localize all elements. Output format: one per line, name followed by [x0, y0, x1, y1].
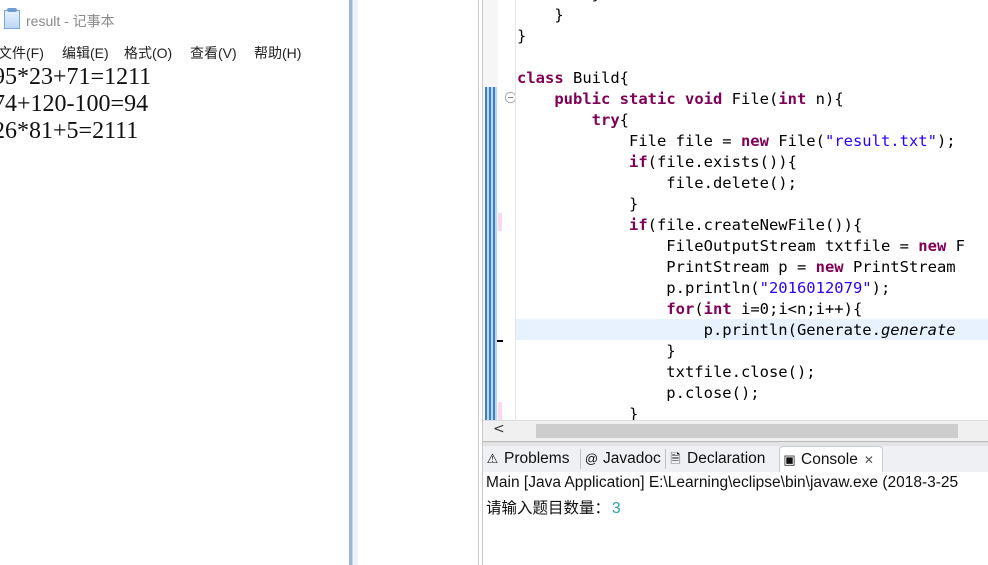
- text-line: 26*81+5=2111: [0, 118, 139, 144]
- cursor-marker: [497, 340, 503, 342]
- menu-edit[interactable]: 编辑(E): [62, 43, 109, 63]
- marker-annotation: [498, 213, 502, 231]
- tab-label: Console: [801, 451, 858, 468]
- scroll-thumb[interactable]: [536, 424, 958, 438]
- code-line: PrintStream p = new PrintStream: [517, 258, 956, 276]
- code-line: FileOutputStream txtfile = new F: [517, 237, 965, 255]
- tab-divider: [580, 449, 581, 469]
- tab-divider: [665, 449, 666, 469]
- divider: [478, 0, 479, 565]
- code-line: class Build{: [517, 69, 629, 87]
- menu-view[interactable]: 查看(V): [190, 43, 237, 63]
- menu-help[interactable]: 帮助(H): [254, 43, 301, 63]
- tab-declaration[interactable]: 🗎 Declaration: [668, 446, 765, 472]
- marker-annotation: [498, 402, 502, 420]
- editor-horizontal-scrollbar[interactable]: <: [483, 420, 988, 442]
- tab-console[interactable]: ▣ Console ✕: [779, 446, 883, 474]
- console-prompt: 请输入题目数量：: [486, 500, 611, 517]
- gutter-separator: [515, 0, 516, 420]
- code-line: try{: [591, 111, 629, 129]
- notepad-icon: [4, 8, 20, 29]
- window-edge: [352, 0, 358, 565]
- console-user-input: 3: [612, 500, 621, 517]
- tab-label: Declaration: [687, 450, 766, 467]
- code-line: public static void File(int n){: [554, 90, 844, 108]
- code-line: }: [517, 6, 564, 24]
- console-icon: ▣: [783, 452, 796, 467]
- text-line: 74+120-100=94: [0, 91, 149, 117]
- menu-format[interactable]: 格式(O): [124, 43, 172, 63]
- code-line: p.close();: [517, 384, 760, 402]
- code-line: }: [517, 195, 639, 213]
- code-line: }: [517, 342, 676, 360]
- code-editor[interactable]: − } }}class Build{ public static void Fi…: [483, 0, 988, 441]
- notepad-title: result - 记事本: [26, 13, 115, 29]
- tab-javadoc[interactable]: @ Javadoc: [584, 446, 661, 472]
- console-output-line: 请输入题目数量： 3: [486, 496, 621, 518]
- notepad-menubar: 文件(F) 编辑(E) 格式(O) 查看(V) 帮助(H): [0, 40, 352, 64]
- console-header: Main [Java Application] E:\Learning\ecli…: [486, 474, 959, 491]
- console-view[interactable]: Main [Java Application] E:\Learning\ecli…: [483, 472, 988, 565]
- notepad-window: result - 记事本 文件(F) 编辑(E) 格式(O) 查看(V) 帮助(…: [0, 0, 352, 565]
- change-ruler: [485, 87, 497, 420]
- text-line: 95*23+71=1211: [0, 64, 152, 90]
- code-line: File file = new File("result.txt");: [517, 132, 956, 150]
- problems-icon: ⚠: [486, 451, 499, 466]
- code-line: }: [517, 27, 527, 45]
- code-line: p.println(Generate.generate: [517, 321, 956, 339]
- code-text: } }} class Build{ public static void File…: [517, 0, 965, 425]
- code-line: for(int i=0;i<n;i++){: [666, 300, 863, 318]
- javadoc-icon: @: [584, 451, 599, 466]
- views-tabbar: ⚠ Problems @ Javadoc 🗎 Declaration ▣ Console…: [483, 446, 988, 474]
- tab-problems[interactable]: ⚠ Problems: [485, 446, 570, 472]
- code-line: if(file.createNewFile()){: [628, 216, 863, 234]
- menu-file[interactable]: 文件(F): [0, 43, 44, 63]
- code-line: txtfile.close();: [517, 363, 816, 381]
- code-line: file.delete();: [517, 174, 797, 192]
- notepad-text-area[interactable]: 95*23+71=1211 74+120-100=94 26*81+5=2111: [0, 64, 338, 145]
- close-icon[interactable]: ✕: [864, 453, 874, 467]
- declaration-icon: 🗎: [670, 451, 681, 466]
- notepad-titlebar[interactable]: result - 记事本: [0, 0, 352, 40]
- tab-label: Javadoc: [603, 450, 661, 467]
- tab-label: Problems: [504, 450, 570, 467]
- code-line: p.println("2016012079");: [517, 279, 891, 297]
- scroll-left-arrow[interactable]: <: [493, 421, 505, 437]
- editor-ruler: [483, 0, 498, 420]
- code-line: if(file.exists()){: [628, 153, 797, 171]
